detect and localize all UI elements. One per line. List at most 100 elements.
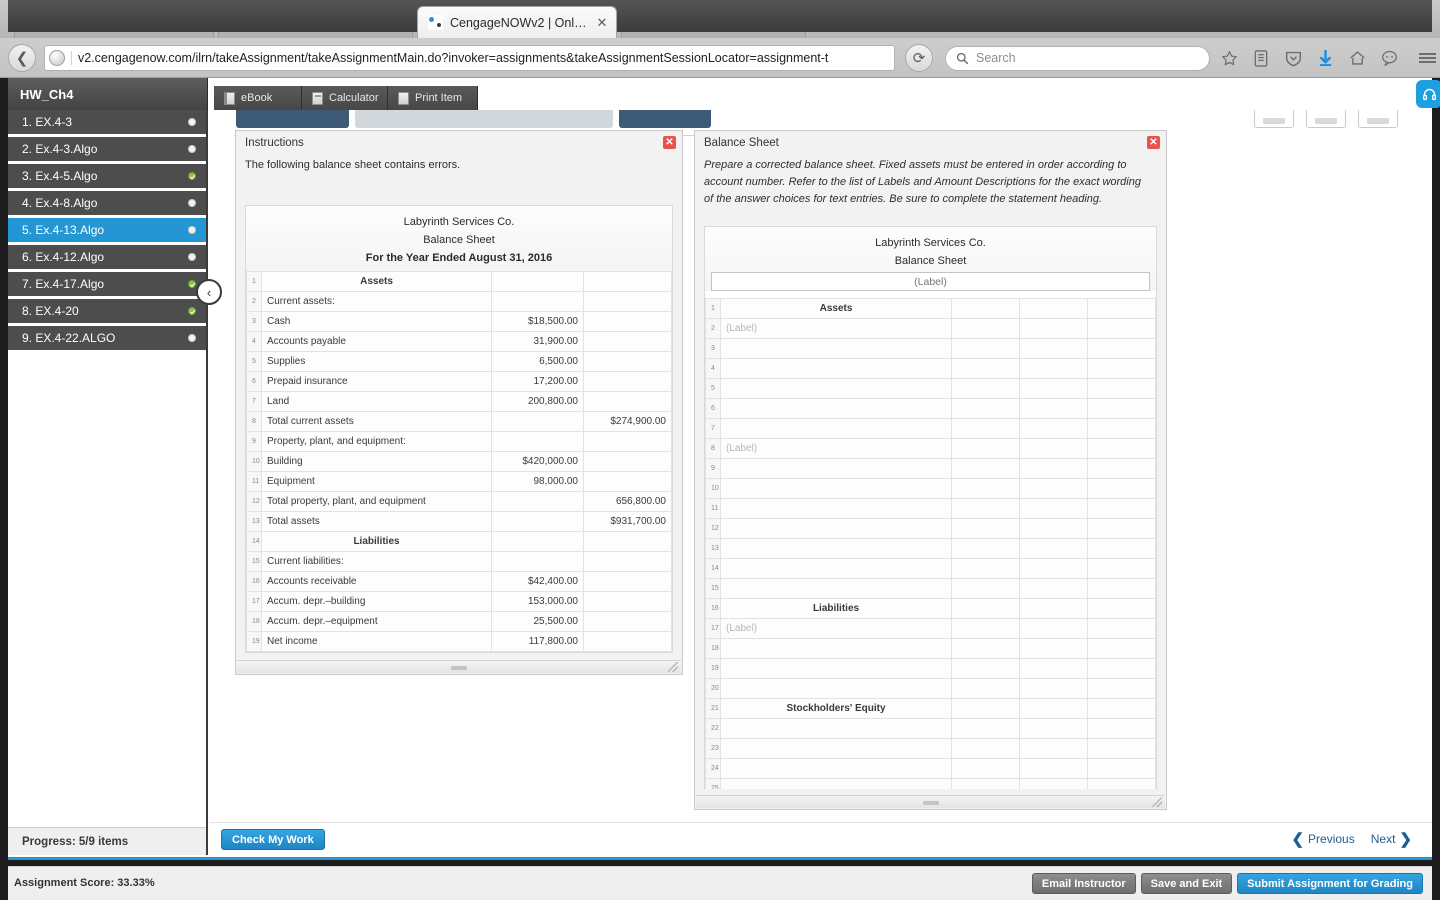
row-amount-cell-1[interactable] (951, 638, 1020, 659)
row-description-cell[interactable]: Liabilities (720, 598, 952, 619)
close-balance-sheet-icon[interactable]: ✕ (1147, 136, 1160, 149)
browser-tab-3[interactable]: CengageNOWv2 | Online t... ✕ (417, 6, 617, 38)
row-amount-cell-3[interactable] (1087, 538, 1156, 559)
row-amount-cell-2[interactable] (1019, 438, 1088, 459)
row-amount-cell-3[interactable] (1087, 578, 1156, 599)
row-amount-cell-2[interactable] (1019, 358, 1088, 379)
row-description-cell[interactable] (720, 778, 952, 789)
reload-icon[interactable]: ⟳ (905, 44, 933, 72)
balance-sheet-panel-resize-bar[interactable] (696, 795, 1165, 808)
row-amount-cell-3[interactable] (1087, 338, 1156, 359)
row-amount-cell-3[interactable] (1087, 518, 1156, 539)
row-amount-cell-1[interactable] (951, 758, 1020, 779)
row-amount-cell-1[interactable] (951, 598, 1020, 619)
row-amount-cell-3[interactable] (1087, 698, 1156, 719)
collapse-sidebar-handle[interactable]: ‹ (196, 279, 222, 305)
row-amount-cell-3[interactable] (1087, 478, 1156, 499)
previous-button[interactable]: ❮ Previous (1291, 830, 1354, 848)
row-amount-cell-3[interactable] (1087, 738, 1156, 759)
row-amount-cell-2[interactable] (1019, 638, 1088, 659)
row-description-cell[interactable] (720, 358, 952, 379)
row-amount-cell-2[interactable] (1019, 698, 1088, 719)
row-amount-cell-3[interactable] (1087, 638, 1156, 659)
save-and-exit-button[interactable]: Save and Exit (1140, 873, 1233, 894)
menu-hamburger-icon[interactable] (1414, 45, 1440, 71)
row-description-cell[interactable] (720, 378, 952, 399)
url-bar[interactable]: v2.cengagenow.com/ilrn/takeAssignment/ta… (44, 45, 895, 71)
row-amount-cell-2[interactable] (1019, 678, 1088, 699)
row-amount-cell-3[interactable] (1087, 758, 1156, 779)
row-amount-cell-3[interactable] (1087, 298, 1156, 319)
layout-button-2[interactable] (1306, 110, 1346, 128)
row-description-cell[interactable] (720, 398, 952, 419)
row-description-cell[interactable] (720, 578, 952, 599)
instructions-panel-resize-bar[interactable] (237, 660, 681, 673)
row-description-cell[interactable] (720, 538, 952, 559)
tool-tab-ebook[interactable]: eBook (214, 86, 302, 110)
row-description-cell[interactable]: (Label) (720, 618, 952, 639)
row-amount-cell-2[interactable] (1019, 598, 1088, 619)
row-amount-cell-2[interactable] (1019, 398, 1088, 419)
answer-tab-2[interactable] (355, 110, 613, 128)
row-amount-cell-3[interactable] (1087, 398, 1156, 419)
answer-tab-1[interactable] (236, 110, 349, 128)
reader-list-icon[interactable] (1248, 45, 1274, 71)
tool-tab-calculator[interactable]: Calculator (302, 86, 388, 110)
layout-button-1[interactable] (1254, 110, 1294, 128)
layout-button-3[interactable] (1358, 110, 1398, 128)
row-amount-cell-2[interactable] (1019, 578, 1088, 599)
search-input[interactable]: Search (945, 45, 1210, 71)
row-amount-cell-1[interactable] (951, 538, 1020, 559)
row-amount-cell-2[interactable] (1019, 758, 1088, 779)
row-amount-cell-1[interactable] (951, 718, 1020, 739)
row-description-cell[interactable] (720, 498, 952, 519)
sidebar-item-7[interactable]: 7. Ex.4-17.Algo (8, 272, 206, 296)
sidebar-item-2[interactable]: 2. Ex.4-3.Algo (8, 137, 206, 161)
row-description-cell[interactable] (720, 738, 952, 759)
row-amount-cell-1[interactable] (951, 298, 1020, 319)
row-amount-cell-1[interactable] (951, 678, 1020, 699)
row-amount-cell-1[interactable] (951, 378, 1020, 399)
row-amount-cell-1[interactable] (951, 698, 1020, 719)
sidebar-item-3[interactable]: 3. Ex.4-5.Algo (8, 164, 206, 188)
row-amount-cell-1[interactable] (951, 578, 1020, 599)
row-amount-cell-3[interactable] (1087, 678, 1156, 699)
row-amount-cell-2[interactable] (1019, 718, 1088, 739)
row-amount-cell-2[interactable] (1019, 738, 1088, 759)
row-amount-cell-1[interactable] (951, 778, 1020, 789)
row-amount-cell-3[interactable] (1087, 378, 1156, 399)
statement-heading-label-input[interactable] (711, 272, 1150, 291)
row-amount-cell-1[interactable] (951, 658, 1020, 679)
row-amount-cell-2[interactable] (1019, 558, 1088, 579)
row-amount-cell-2[interactable] (1019, 538, 1088, 559)
row-amount-cell-1[interactable] (951, 558, 1020, 579)
row-amount-cell-1[interactable] (951, 358, 1020, 379)
row-amount-cell-3[interactable] (1087, 658, 1156, 679)
resize-corner-handle[interactable] (1152, 797, 1162, 807)
row-amount-cell-2[interactable] (1019, 378, 1088, 399)
row-description-cell[interactable] (720, 478, 952, 499)
email-instructor-button[interactable]: Email Instructor (1031, 873, 1136, 894)
row-description-cell[interactable] (720, 638, 952, 659)
answer-tab-3[interactable] (619, 110, 711, 128)
row-amount-cell-2[interactable] (1019, 478, 1088, 499)
row-amount-cell-2[interactable] (1019, 658, 1088, 679)
pocket-shield-icon[interactable] (1280, 45, 1306, 71)
row-amount-cell-2[interactable] (1019, 618, 1088, 639)
row-amount-cell-2[interactable] (1019, 418, 1088, 439)
row-amount-cell-3[interactable] (1087, 778, 1156, 789)
row-amount-cell-2[interactable] (1019, 338, 1088, 359)
row-amount-cell-3[interactable] (1087, 438, 1156, 459)
row-amount-cell-1[interactable] (951, 318, 1020, 339)
row-amount-cell-2[interactable] (1019, 298, 1088, 319)
row-amount-cell-2[interactable] (1019, 498, 1088, 519)
resize-grip[interactable] (922, 801, 939, 805)
row-description-cell[interactable] (720, 758, 952, 779)
row-description-cell[interactable] (720, 338, 952, 359)
row-description-cell[interactable]: Stockholders' Equity (720, 698, 952, 719)
row-amount-cell-1[interactable] (951, 618, 1020, 639)
row-amount-cell-3[interactable] (1087, 558, 1156, 579)
home-icon[interactable] (1344, 45, 1370, 71)
row-description-cell[interactable] (720, 558, 952, 579)
row-amount-cell-3[interactable] (1087, 318, 1156, 339)
